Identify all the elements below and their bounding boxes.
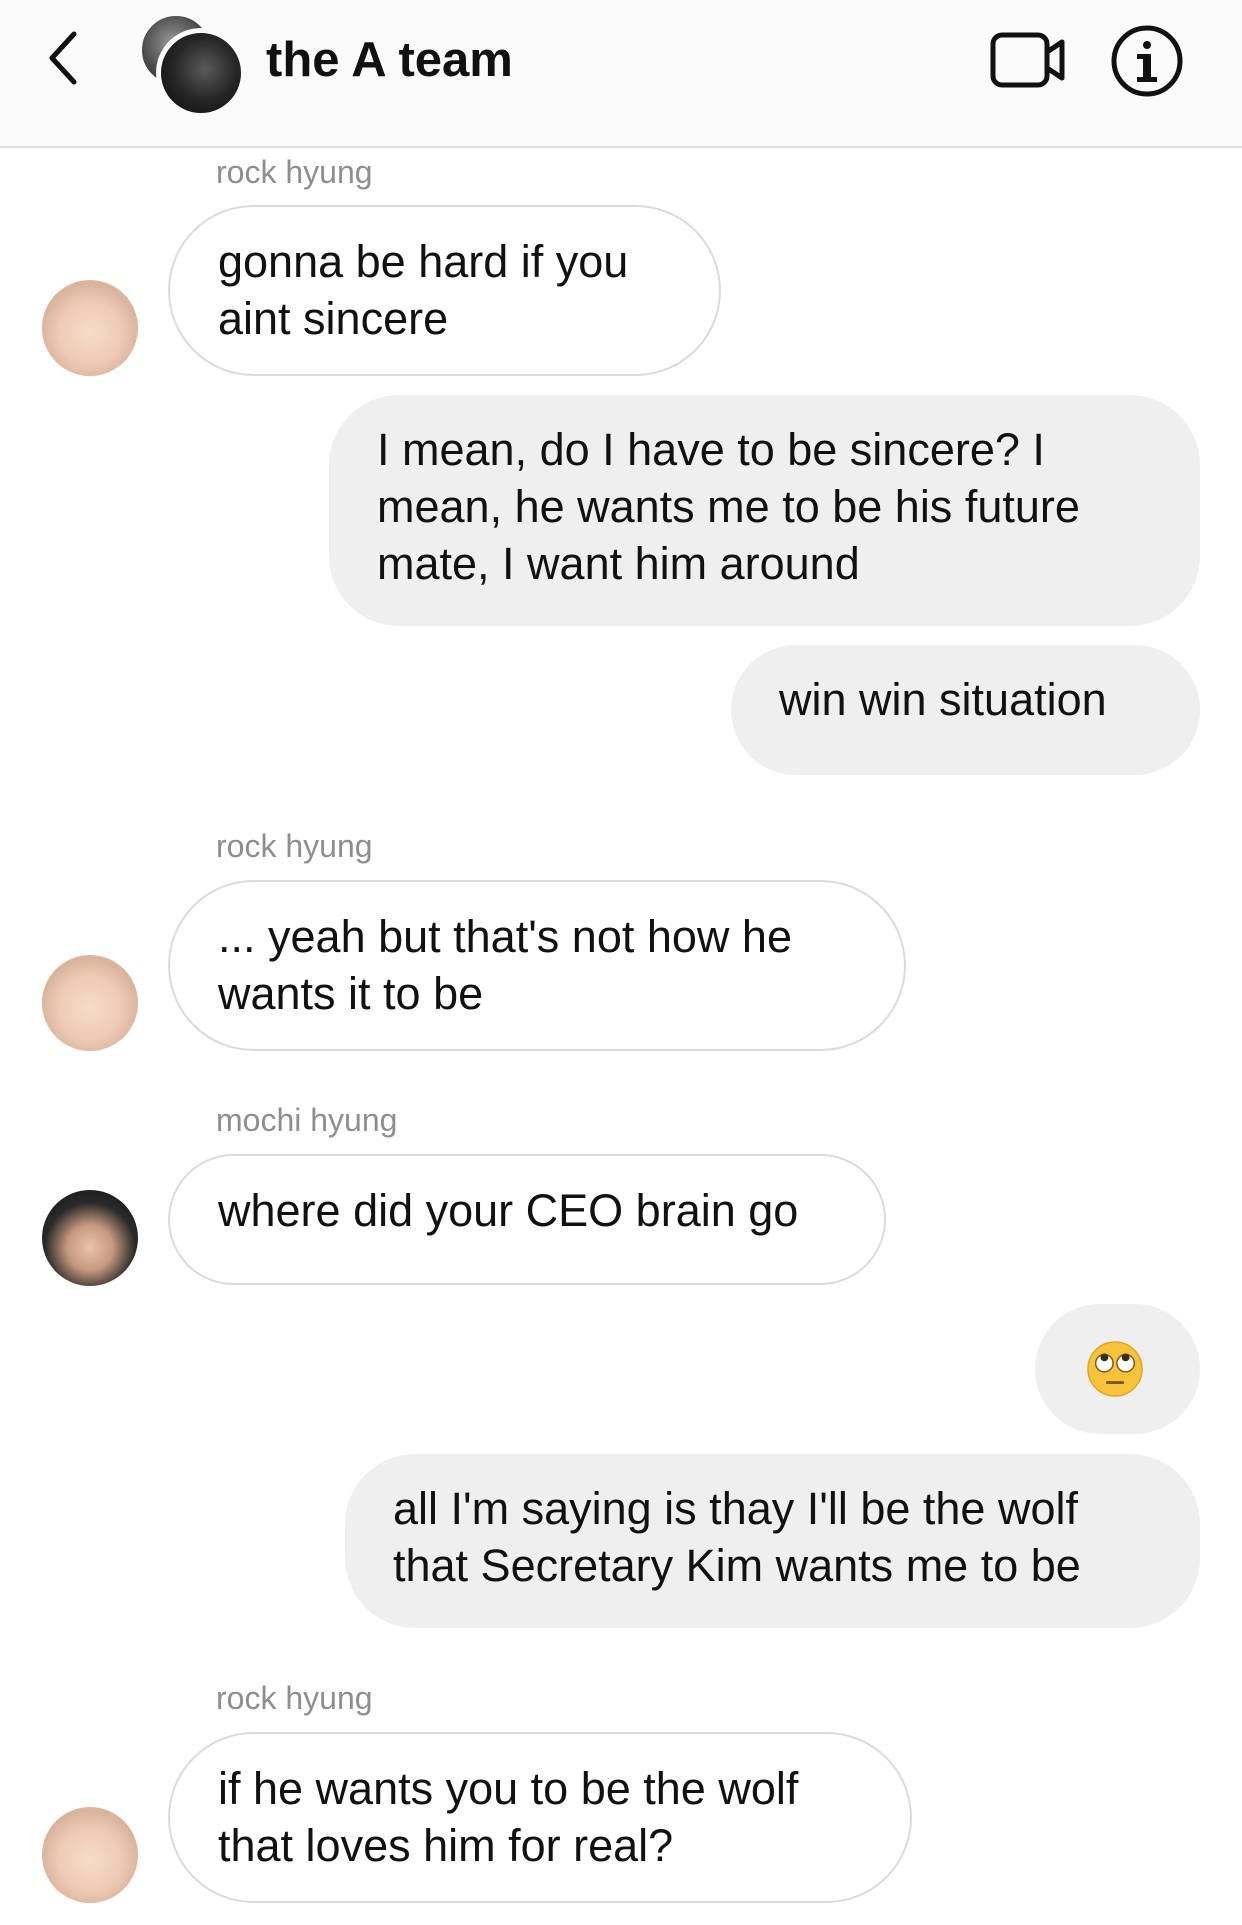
sender-avatar[interactable] xyxy=(42,1807,138,1903)
message-line: ... yeah but that's not how he xyxy=(218,911,792,962)
sender-name: rock hyung xyxy=(216,828,373,864)
sender-avatar[interactable] xyxy=(42,280,138,376)
message-line: all I'm saying is thay I'll be the wolf xyxy=(393,1483,1078,1534)
message-line: wants it to be xyxy=(218,968,484,1019)
sender-avatar[interactable] xyxy=(42,1190,138,1286)
back-button[interactable] xyxy=(40,26,90,90)
message-bubble-outgoing[interactable]: I mean, do I have to be sincere? I mean,… xyxy=(329,395,1200,626)
message-line: mate, I want him around xyxy=(377,538,860,589)
message-line: that loves him for real? xyxy=(218,1820,674,1871)
sender-avatar[interactable] xyxy=(42,955,138,1051)
message-bubble-outgoing[interactable] xyxy=(1035,1304,1200,1434)
chevron-left-icon xyxy=(49,31,77,85)
video-call-button[interactable] xyxy=(990,30,1066,90)
message-bubble-outgoing[interactable]: all I'm saying is thay I'll be the wolf … xyxy=(345,1454,1200,1628)
face-with-rolling-eyes-icon xyxy=(1087,1341,1143,1397)
message-line: I mean, do I have to be sincere? I xyxy=(377,424,1045,475)
sender-name: rock hyung xyxy=(216,1680,373,1716)
video-camera-icon xyxy=(990,32,1065,88)
group-avatar-member-2 xyxy=(156,28,246,118)
info-button[interactable] xyxy=(1110,24,1184,98)
chat-title[interactable]: the A team xyxy=(266,28,513,92)
group-avatar[interactable] xyxy=(136,12,246,118)
message-bubble-incoming[interactable]: where did your CEO brain go xyxy=(168,1154,886,1285)
message-line: where did your CEO brain go xyxy=(218,1185,799,1236)
message-bubble-incoming[interactable]: if he wants you to be the wolf that love… xyxy=(168,1732,912,1903)
message-line: win win situation xyxy=(779,674,1107,725)
info-icon xyxy=(1111,25,1183,97)
message-bubble-incoming[interactable]: ... yeah but that's not how he wants it … xyxy=(168,880,906,1051)
message-bubble-incoming[interactable]: gonna be hard if you aint sincere xyxy=(168,205,721,376)
sender-name: mochi hyung xyxy=(216,1102,398,1138)
message-line: if he wants you to be the wolf xyxy=(218,1763,799,1814)
message-line: mean, he wants me to be his future xyxy=(377,481,1080,532)
chat-header: the A team xyxy=(0,0,1242,148)
message-bubble-outgoing[interactable]: win win situation xyxy=(731,645,1200,775)
message-line: gonna be hard if you xyxy=(218,236,629,287)
message-line: that Secretary Kim wants me to be xyxy=(393,1540,1081,1591)
message-line: aint sincere xyxy=(218,293,449,344)
sender-name: rock hyung xyxy=(216,154,373,190)
